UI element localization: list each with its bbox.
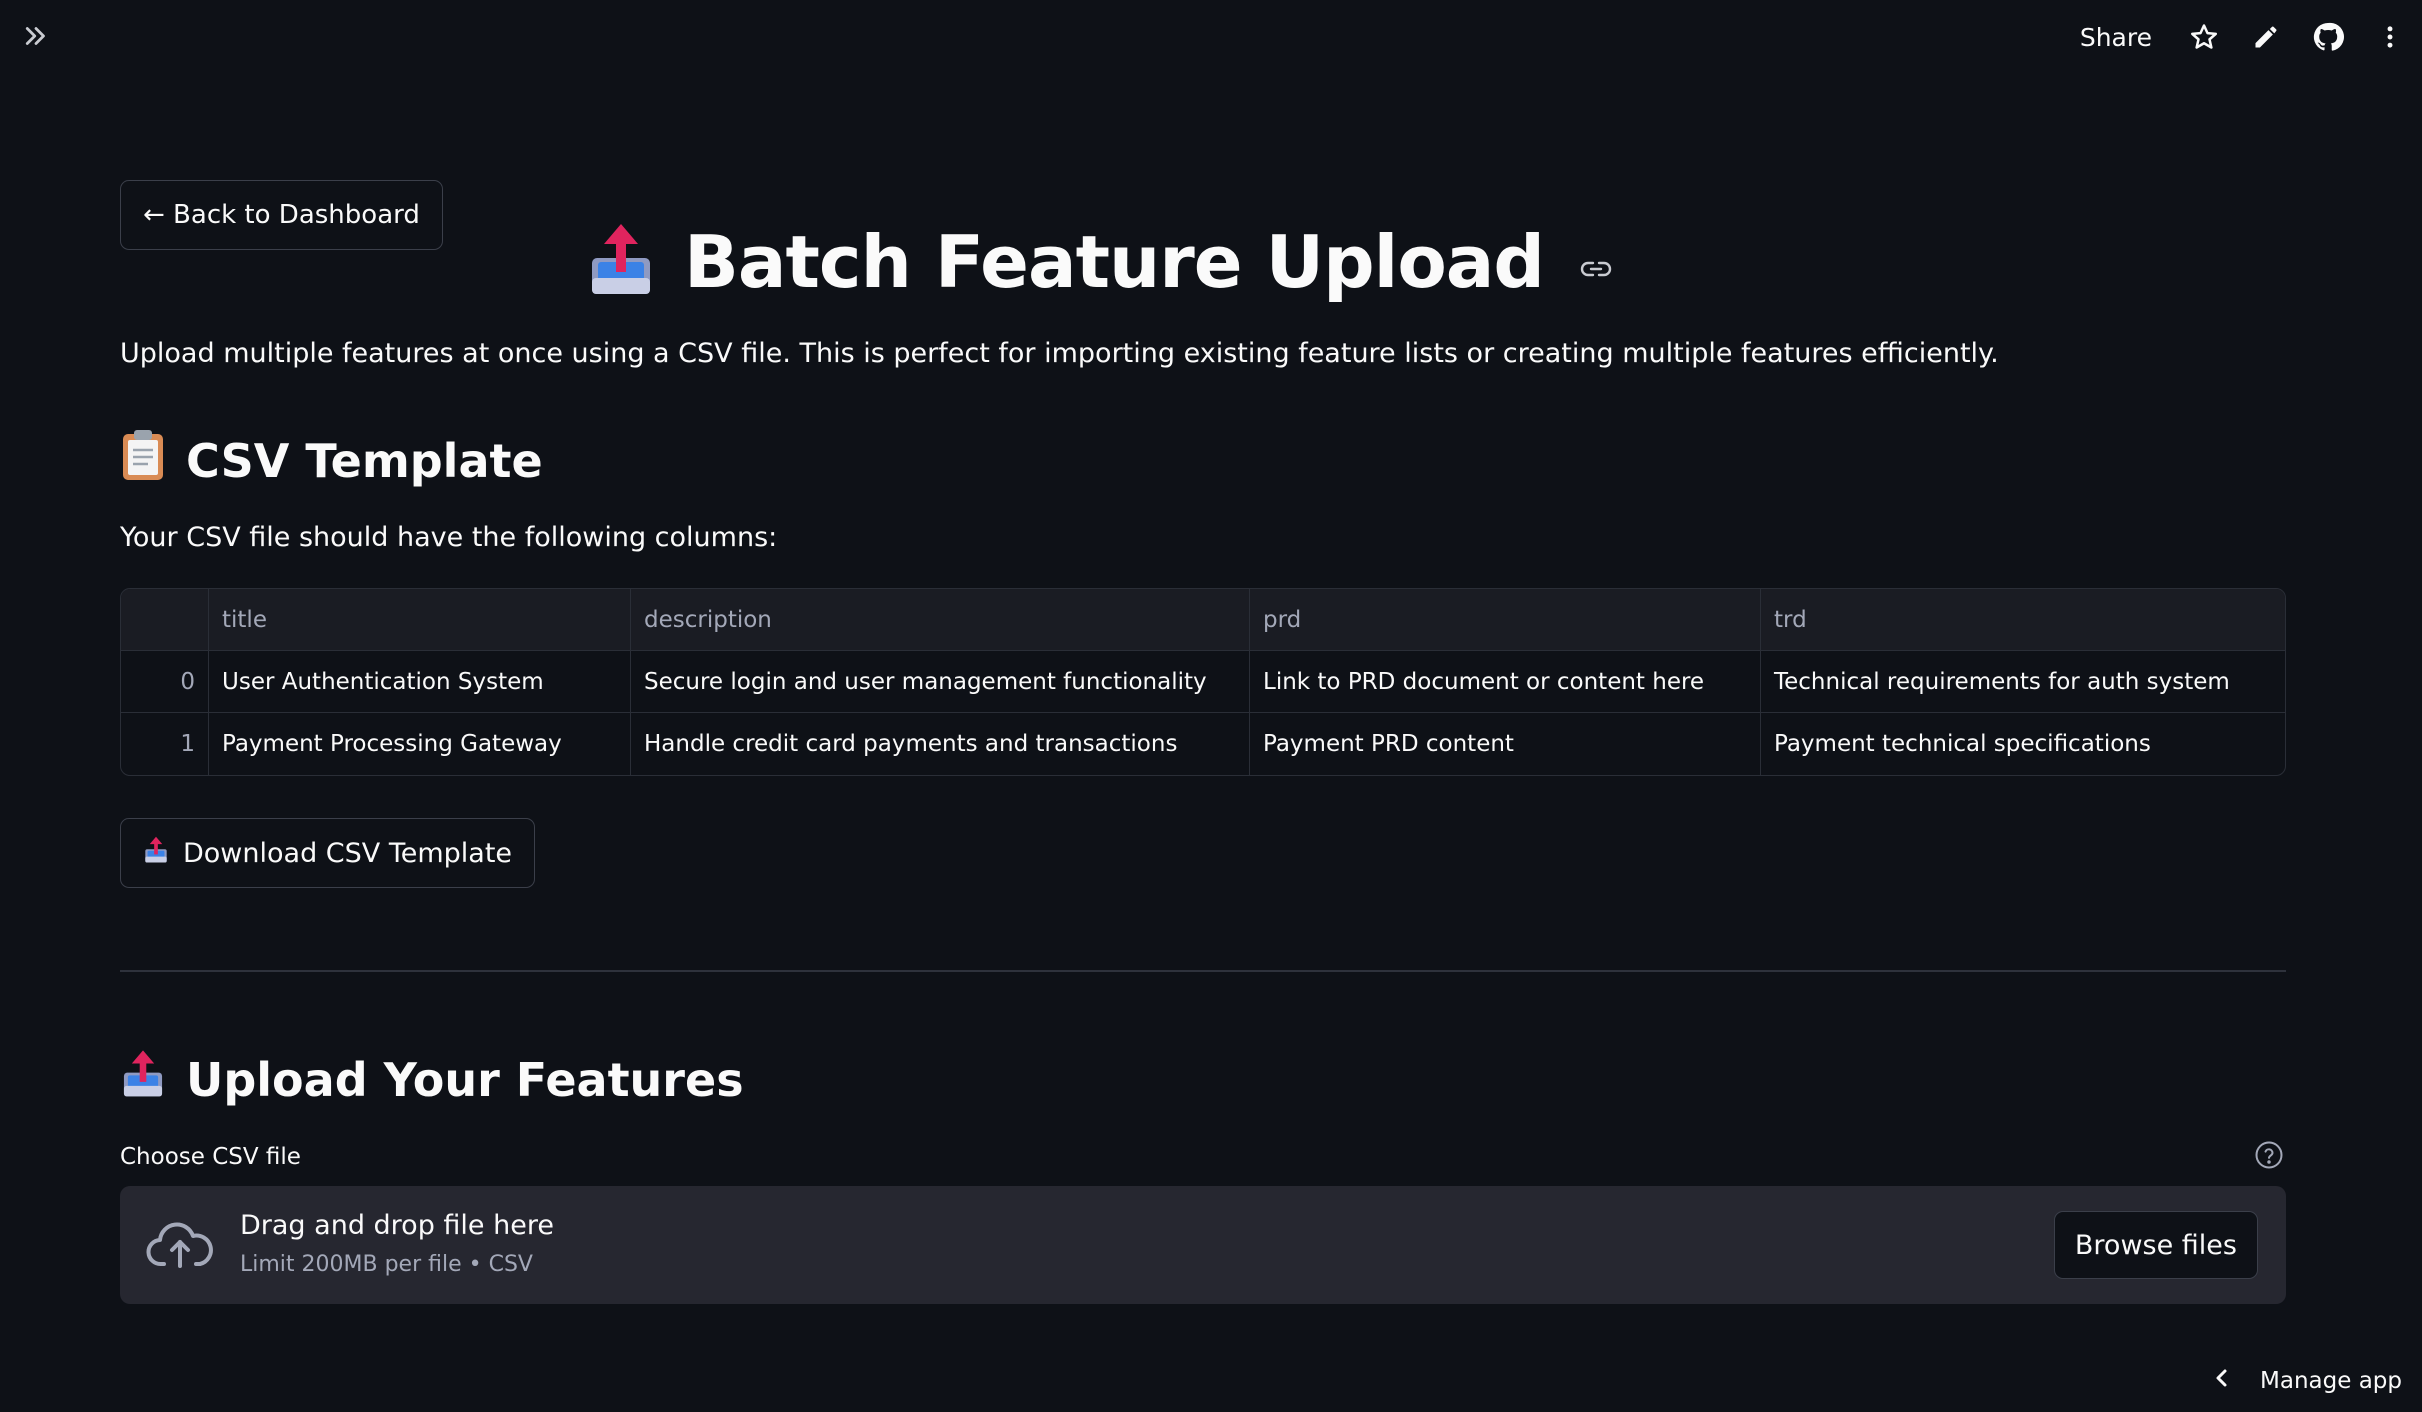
table-header-description[interactable]: description <box>631 589 1250 651</box>
table-header-index <box>121 589 209 651</box>
table-header-prd[interactable]: prd <box>1250 589 1761 651</box>
help-icon[interactable] <box>2254 1140 2286 1172</box>
download-button-label: Download CSV Template <box>183 837 513 869</box>
intro-text: Upload multiple features at once using a… <box>120 338 1999 369</box>
outbox-tray-icon <box>586 222 656 302</box>
csv-template-table[interactable]: title description prd trd 0 User Authent… <box>120 588 2286 776</box>
csv-template-heading: CSV Template <box>120 428 543 493</box>
cloud-upload-icon <box>146 1220 214 1270</box>
table-cell[interactable]: User Authentication System <box>209 651 631 713</box>
uploader-label: Choose CSV file <box>120 1144 301 1170</box>
table-cell[interactable]: Payment technical specifications <box>1761 713 2285 775</box>
file-dropzone[interactable]: Drag and drop file here Limit 200MB per … <box>120 1186 2286 1304</box>
github-icon[interactable] <box>2308 17 2348 57</box>
chevron-left-icon <box>2212 1366 2232 1396</box>
clipboard-icon <box>120 428 166 493</box>
link-icon[interactable] <box>1580 259 1612 283</box>
page-title: Batch Feature Upload <box>684 220 1545 304</box>
manage-app-button[interactable]: Manage app <box>2212 1366 2402 1396</box>
outbox-tray-icon <box>120 1048 166 1111</box>
table-cell[interactable]: Handle credit card payments and transact… <box>631 713 1250 775</box>
table-header-title[interactable]: title <box>209 589 631 651</box>
section-divider <box>120 970 2286 972</box>
table-cell[interactable]: Payment Processing Gateway <box>209 713 631 775</box>
back-button-label: ← Back to Dashboard <box>143 200 420 230</box>
page-title-row: Batch Feature Upload <box>586 212 1612 312</box>
manage-app-label: Manage app <box>2260 1368 2402 1394</box>
upload-features-heading-text: Upload Your Features <box>186 1052 744 1107</box>
table-cell[interactable]: Payment PRD content <box>1250 713 1761 775</box>
main-content: ← Back to Dashboard Batch Feature Upload… <box>120 0 2286 1412</box>
back-to-dashboard-button[interactable]: ← Back to Dashboard <box>120 180 443 250</box>
table-cell-index: 0 <box>121 651 209 713</box>
expand-sidebar-icon[interactable] <box>18 18 54 54</box>
table-header-trd[interactable]: trd <box>1761 589 2285 651</box>
dropzone-subtitle: Limit 200MB per file • CSV <box>240 1252 533 1277</box>
table-cell[interactable]: Link to PRD document or content here <box>1250 651 1761 713</box>
table-cell[interactable]: Technical requirements for auth system <box>1761 651 2285 713</box>
csv-template-heading-text: CSV Template <box>186 433 543 488</box>
table-cell-index: 1 <box>121 713 209 775</box>
download-csv-template-button[interactable]: Download CSV Template <box>120 818 536 888</box>
outbox-tray-icon <box>143 836 169 871</box>
columns-description: Your CSV file should have the following … <box>120 522 778 553</box>
more-vert-icon[interactable] <box>2370 17 2410 57</box>
dropzone-title: Drag and drop file here <box>240 1210 554 1241</box>
table-cell[interactable]: Secure login and user management functio… <box>631 651 1250 713</box>
upload-features-heading: Upload Your Features <box>120 1048 744 1111</box>
browse-files-button[interactable]: Browse files <box>2053 1211 2258 1279</box>
